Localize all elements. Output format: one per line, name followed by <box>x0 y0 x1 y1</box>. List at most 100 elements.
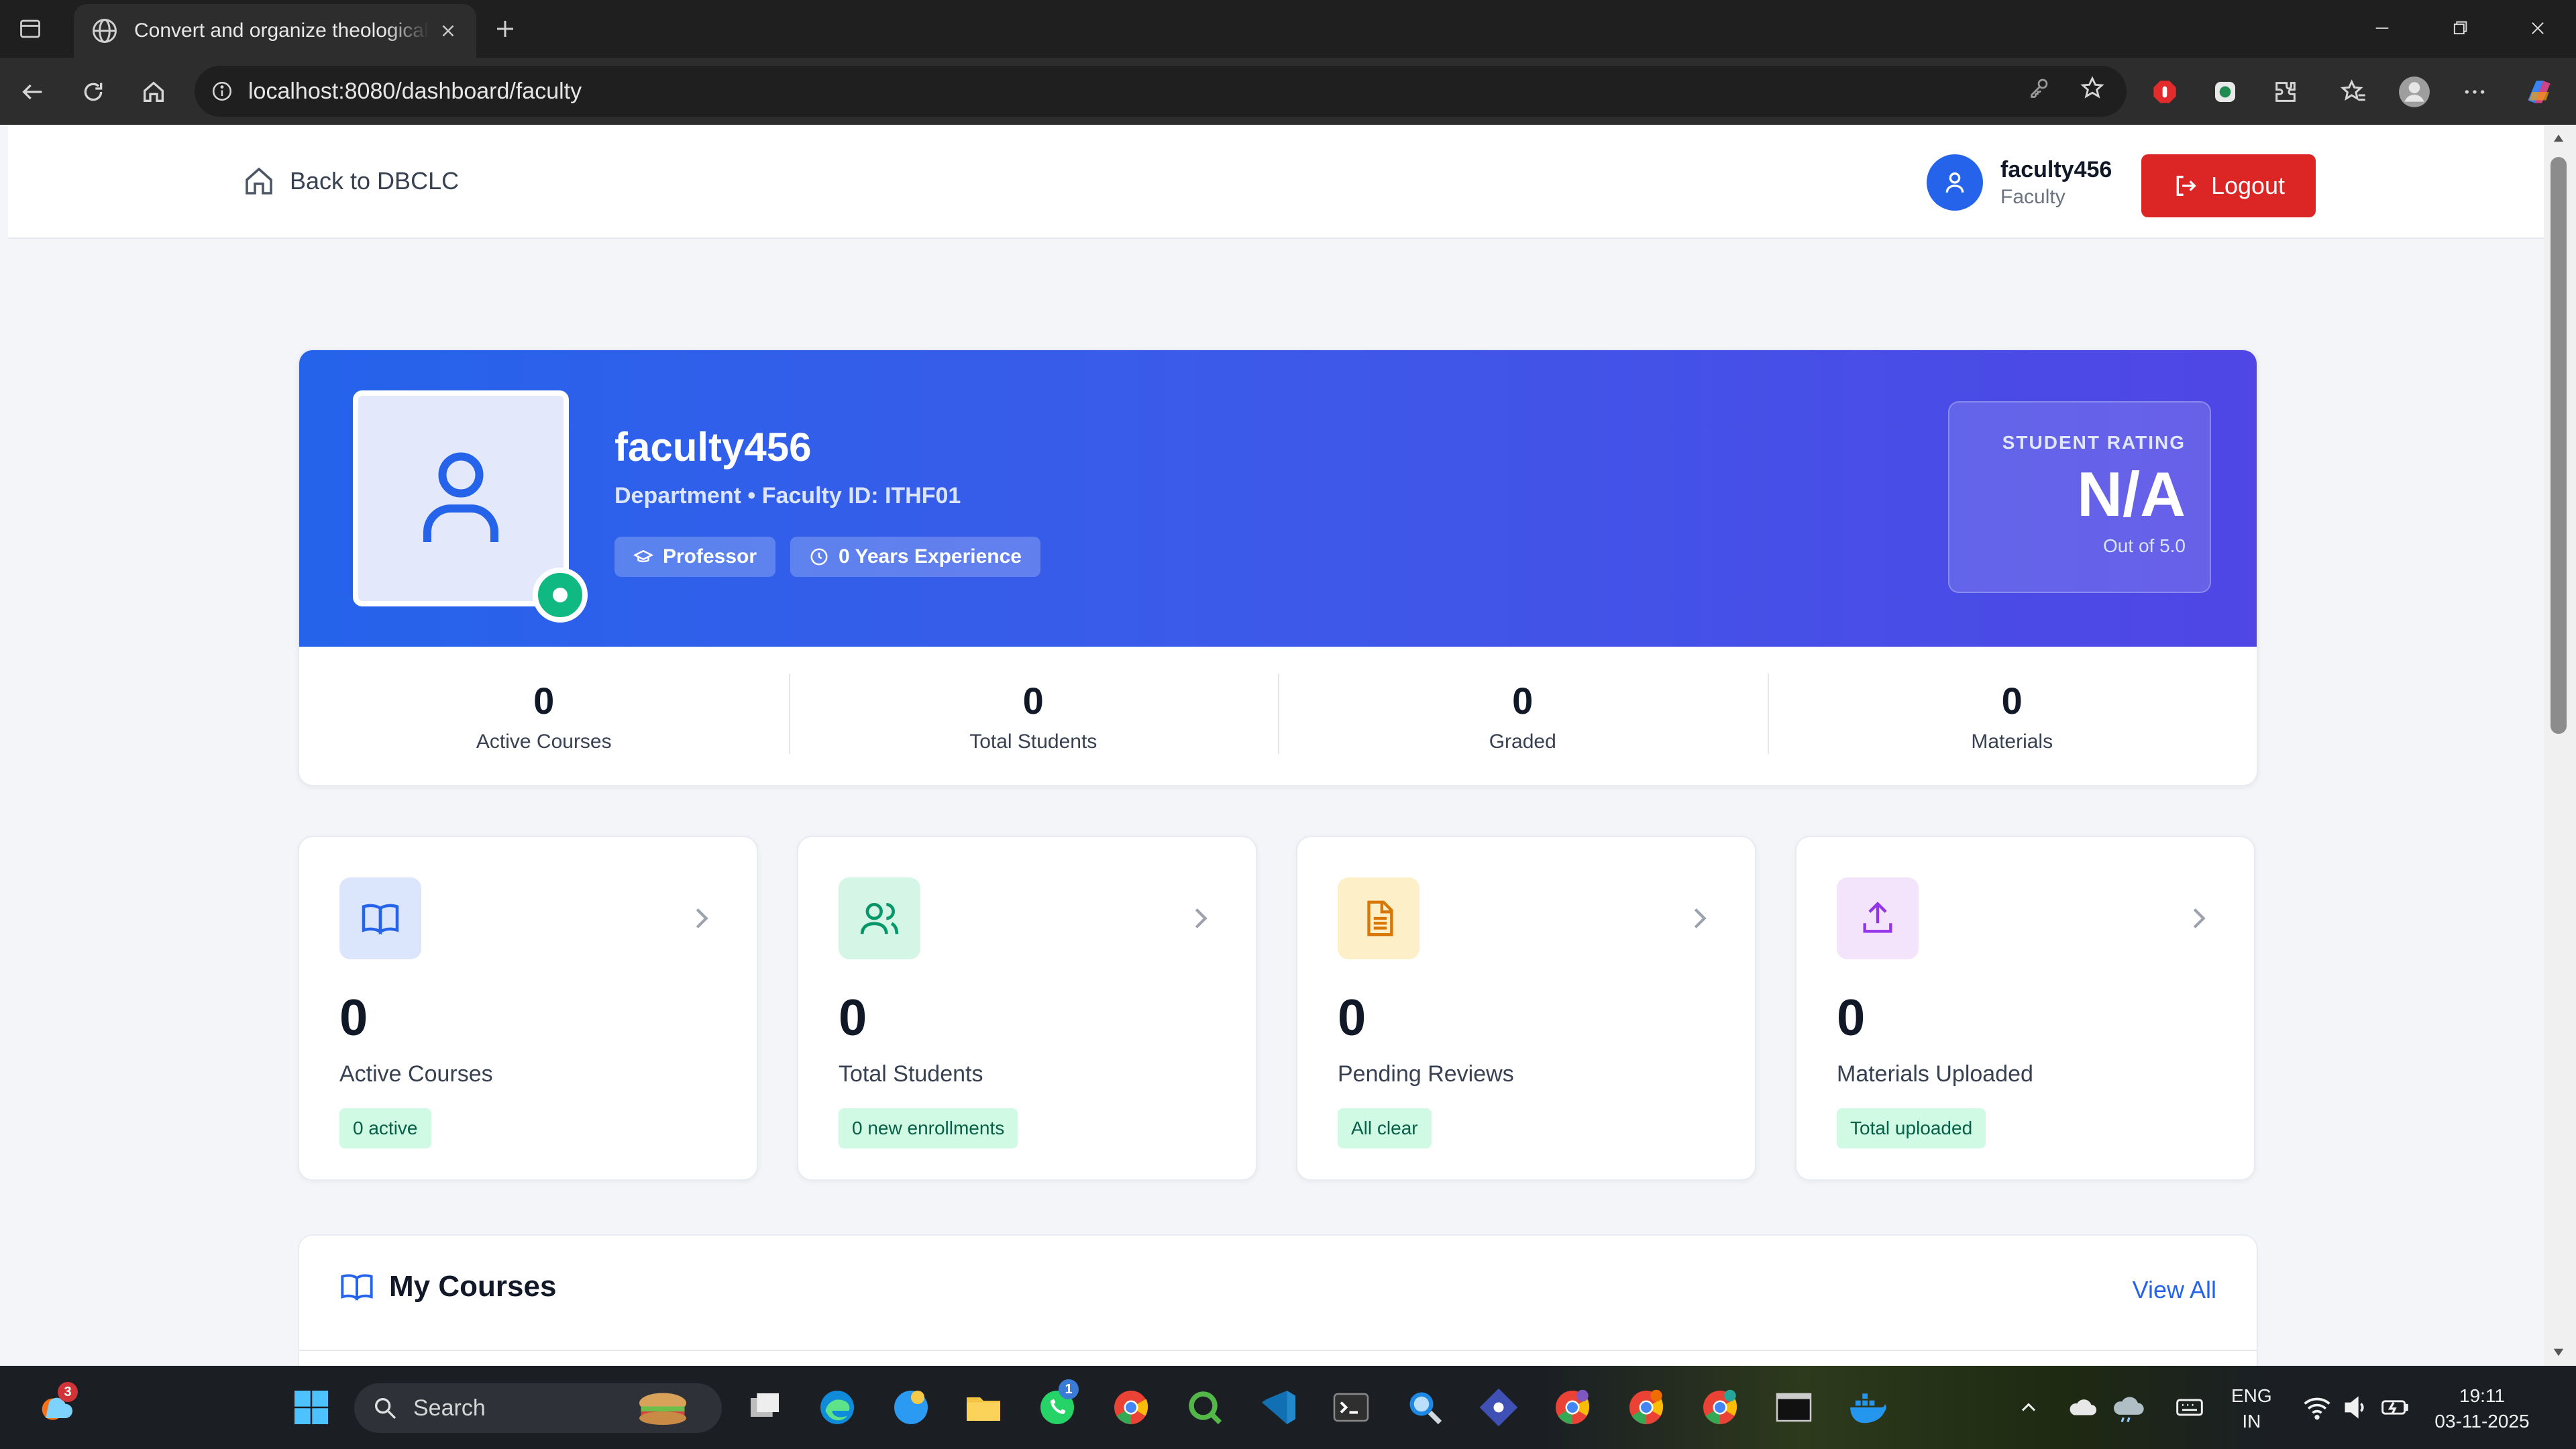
book-icon <box>339 877 421 959</box>
terminal-icon[interactable] <box>1328 1385 1374 1430</box>
metric-badge: 0 new enrollments <box>839 1108 1018 1148</box>
browser-toolbar: localhost:8080/dashboard/faculty <box>0 58 2576 125</box>
view-all-link[interactable]: View All <box>2133 1276 2216 1304</box>
profile-stats-row: 0 Active Courses 0 Total Students 0 Grad… <box>299 647 2257 785</box>
weather-tray-icon[interactable] <box>2106 1385 2152 1430</box>
site-info-icon[interactable] <box>211 80 233 103</box>
chevron-right-icon[interactable] <box>686 903 716 934</box>
scroll-down-icon[interactable] <box>2551 1344 2567 1360</box>
new-tab-icon[interactable] <box>488 12 522 46</box>
chrome-profile-icon[interactable] <box>1550 1385 1595 1430</box>
file-explorer-icon[interactable] <box>961 1385 1006 1430</box>
git-app-icon[interactable] <box>1476 1385 1521 1430</box>
key-icon[interactable] <box>2021 70 2057 106</box>
home-icon <box>246 167 272 195</box>
back-arrow-icon[interactable] <box>15 74 51 110</box>
metric-badge: Total uploaded <box>1837 1108 1986 1148</box>
metric-label: Active Courses <box>339 1061 493 1087</box>
header-role: Faculty <box>2000 185 2065 208</box>
user-menu[interactable]: faculty456 Faculty <box>1927 154 2112 211</box>
logout-icon <box>2176 176 2196 196</box>
scrollbar-thumb[interactable] <box>2551 157 2567 734</box>
more-options-icon[interactable] <box>2457 74 2493 110</box>
title-chip-label: Professor <box>663 545 757 568</box>
stat-label: Materials <box>1971 731 2053 753</box>
metric-label: Materials Uploaded <box>1837 1061 2033 1087</box>
vscode-icon[interactable] <box>1256 1385 1301 1430</box>
whatsapp-badge: 1 <box>1059 1379 1079 1399</box>
reload-icon[interactable] <box>75 74 111 110</box>
scroll-up-icon[interactable] <box>2551 130 2567 146</box>
tab-actions-icon[interactable] <box>13 12 47 46</box>
sandwich-icon <box>639 1393 686 1425</box>
users-icon <box>839 877 920 959</box>
clock-date: 03-11-2025 <box>2434 1411 2530 1432</box>
copilot-icon[interactable] <box>2521 74 2557 110</box>
console-window-icon[interactable] <box>1771 1385 1817 1430</box>
qlik-icon[interactable] <box>1182 1385 1228 1430</box>
battery-icon[interactable] <box>2372 1385 2418 1430</box>
shield-extension-icon[interactable] <box>2207 74 2243 110</box>
favorite-star-icon[interactable] <box>2074 70 2110 106</box>
windows-start-icon[interactable] <box>288 1385 334 1430</box>
stat-value: 0 <box>1512 680 1534 722</box>
metric-card-pending-reviews[interactable]: 0 Pending Reviews All clear <box>1296 836 1756 1181</box>
chrome-icon[interactable] <box>1108 1385 1154 1430</box>
page-viewport: Back to DBCLC faculty456 Faculty Logout … <box>8 125 2544 1366</box>
minimize-icon[interactable] <box>2359 9 2406 47</box>
chevron-right-icon[interactable] <box>1185 903 1216 934</box>
chevron-right-icon[interactable] <box>1684 903 1715 934</box>
header-username: faculty456 <box>2000 156 2112 182</box>
rating-value: N/A <box>2077 459 2186 529</box>
edge-browser-icon[interactable] <box>814 1385 860 1430</box>
chrome-profile-icon[interactable] <box>1697 1385 1743 1430</box>
keyboard-icon[interactable] <box>2167 1385 2212 1430</box>
student-rating-box: STUDENT RATING N/A Out of 5.0 <box>1948 401 2211 593</box>
metric-badge: All clear <box>1338 1108 1432 1148</box>
globe-icon <box>93 19 117 43</box>
profile-icon[interactable] <box>2396 74 2432 110</box>
rating-subtext: Out of 5.0 <box>2103 535 2186 556</box>
metric-card-total-students[interactable]: 0 Total Students 0 new enrollments <box>797 836 1257 1181</box>
docker-icon[interactable] <box>1845 1385 1890 1430</box>
home-icon[interactable] <box>136 74 172 110</box>
taskbar-search[interactable]: Search <box>354 1383 722 1433</box>
magnifier-app-icon[interactable] <box>1402 1385 1448 1430</box>
metric-card-materials-uploaded[interactable]: 0 Materials Uploaded Total uploaded <box>1795 836 2255 1181</box>
address-bar[interactable]: localhost:8080/dashboard/faculty <box>195 66 2127 117</box>
clock[interactable]: 19:11 03-11-2025 <box>2428 1383 2536 1434</box>
clock-icon <box>810 548 828 566</box>
page-scrollbar[interactable] <box>2544 125 2576 1366</box>
stat-value: 0 <box>533 680 555 722</box>
chrome-profile-icon[interactable] <box>1623 1385 1669 1430</box>
document-icon <box>1338 877 1419 959</box>
adblock-extension-icon[interactable] <box>2147 74 2183 110</box>
book-icon <box>341 1274 373 1301</box>
back-link-label: Back to DBCLC <box>290 167 460 195</box>
divider <box>299 1350 2257 1351</box>
experience-chip-label: 0 Years Experience <box>839 545 1022 568</box>
show-hidden-icons-icon[interactable] <box>2006 1385 2051 1430</box>
back-to-dbclc-link[interactable]: Back to DBCLC <box>243 165 459 197</box>
onedrive-icon[interactable] <box>2059 1385 2105 1430</box>
logout-button[interactable]: Logout <box>2141 154 2316 217</box>
extensions-puzzle-icon[interactable] <box>2267 74 2304 110</box>
task-view-icon[interactable] <box>742 1385 788 1430</box>
app-header: Back to DBCLC faculty456 Faculty Logout <box>8 125 2544 239</box>
clock-time: 19:11 <box>2459 1385 2505 1406</box>
close-window-icon[interactable] <box>2514 9 2561 47</box>
tab-close-icon[interactable] <box>436 19 460 43</box>
metric-value: 0 <box>339 989 368 1046</box>
chevron-right-icon[interactable] <box>2183 903 2214 934</box>
my-courses-section: My Courses View All <box>298 1234 2258 1366</box>
browser-tab-active[interactable]: Convert and organize theological <box>74 4 476 58</box>
restore-icon[interactable] <box>2436 9 2483 47</box>
favorites-icon[interactable] <box>2336 74 2372 110</box>
language-indicator[interactable]: ENG IN <box>2231 1383 2272 1434</box>
metric-card-active-courses[interactable]: 0 Active Courses 0 active <box>298 836 758 1181</box>
tab-title: Convert and organize theological <box>134 19 429 42</box>
graduation-cap-icon <box>633 549 653 563</box>
notification-badge: 3 <box>58 1382 78 1402</box>
app-icon[interactable] <box>888 1385 934 1430</box>
profile-department: Department • Faculty ID: ITHF01 <box>614 483 961 508</box>
